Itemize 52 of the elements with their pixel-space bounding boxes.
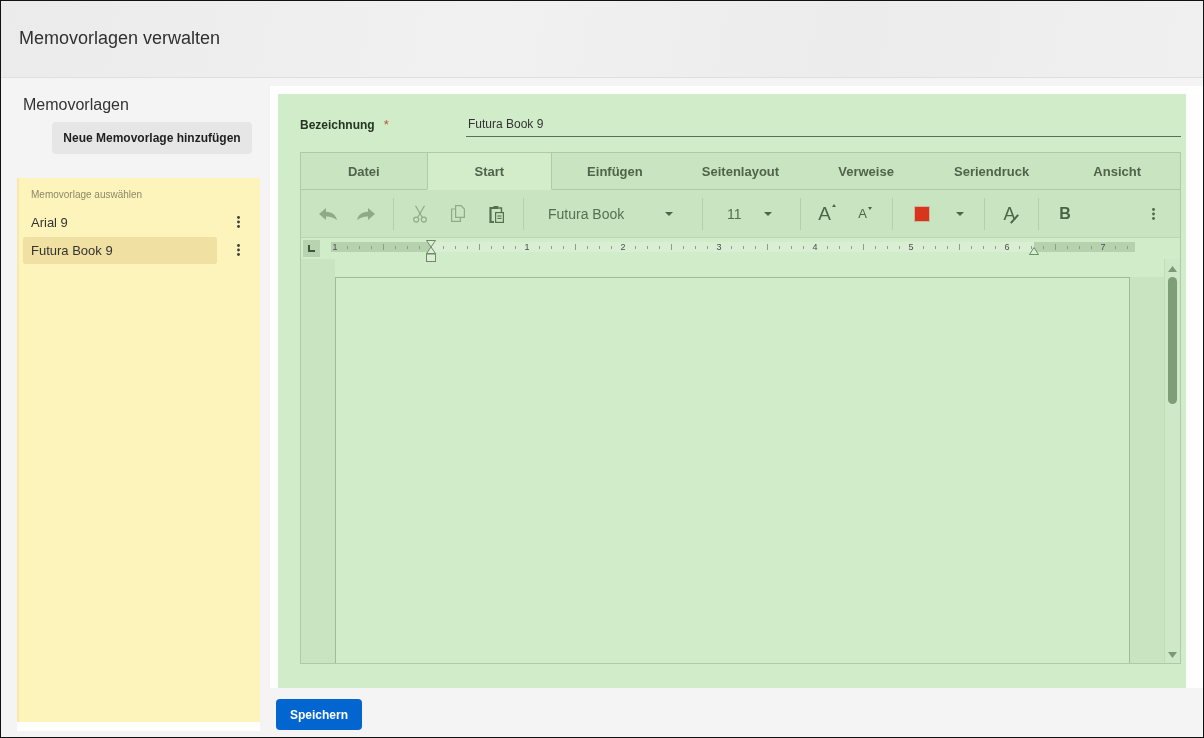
bold-button[interactable]: B: [1046, 197, 1084, 230]
font-family-select[interactable]: Futura Book: [531, 197, 694, 230]
ribbon-tab[interactable]: Verweise: [803, 153, 929, 190]
ruler-number: 7: [1100, 242, 1106, 252]
required-mark: *: [383, 117, 389, 132]
save-button[interactable]: Speichern: [276, 699, 362, 730]
ruler-number: 1: [332, 242, 338, 252]
ribbon-tab[interactable]: Seitenlayout: [677, 153, 804, 190]
grow-font-button[interactable]: A: [808, 197, 846, 230]
copy-pages-icon: [451, 205, 465, 222]
ribbon-tab[interactable]: Ansicht: [1054, 153, 1180, 190]
ruler-number: 4: [812, 242, 818, 252]
caret-down-icon: [665, 211, 673, 216]
scrollbar-thumb[interactable]: [1168, 277, 1177, 404]
font-size-select[interactable]: 11: [710, 197, 792, 230]
document-page-field[interactable]: [335, 277, 1130, 663]
ribbon-tab[interactable]: Einfügen: [552, 153, 678, 190]
undo-arrow-icon: [319, 207, 337, 220]
ribbon-tab[interactable]: Start: [426, 153, 553, 190]
caret-up-icon: [831, 204, 836, 207]
ruler-number: 5: [908, 242, 914, 252]
ruler-number: 1: [524, 242, 530, 252]
tab-stop-button[interactable]: [303, 240, 320, 257]
more-options-icon: [1151, 207, 1155, 220]
ribbon-tab[interactable]: Seriendruck: [928, 153, 1055, 190]
more-options-icon: [236, 216, 240, 228]
indent-marker-icon[interactable]: [426, 240, 436, 262]
caret-down-icon: [956, 211, 964, 216]
more-options-icon: [236, 244, 240, 256]
tab-stop-icon: [308, 245, 315, 252]
field-label: Bezeichnung: [300, 117, 375, 132]
scroll-up-arrow-icon[interactable]: [1168, 266, 1177, 272]
section-heading: Memovorlagen: [23, 96, 129, 114]
scroll-down-arrow-icon[interactable]: [1168, 652, 1177, 658]
ruler-number: 6: [1004, 242, 1010, 252]
right-indent-marker-icon[interactable]: [1029, 247, 1039, 255]
list-caption: Memovorlage auswählen: [31, 190, 143, 200]
caret-down-icon: [764, 211, 772, 216]
template-list-item[interactable]: Arial 9: [23, 208, 217, 236]
page-title: Memovorlagen verwalten: [19, 27, 221, 49]
add-template-button[interactable]: Neue Memovorlage hinzufügen: [52, 122, 252, 154]
caret-down-icon: [867, 207, 872, 210]
ruler-number: 2: [620, 242, 626, 252]
ribbon-tab[interactable]: Datei: [301, 153, 427, 190]
shrink-font-button[interactable]: A: [846, 197, 884, 230]
clipboard-icon: [488, 204, 504, 223]
name-input-field[interactable]: Futura Book 9: [466, 115, 1181, 137]
redo-arrow-icon: [357, 207, 375, 220]
clear-format-button[interactable]: A: [992, 197, 1030, 230]
ruler-number: 3: [716, 242, 722, 252]
scissors-icon: [413, 204, 427, 223]
template-list-item[interactable]: Futura Book 9: [23, 236, 217, 264]
